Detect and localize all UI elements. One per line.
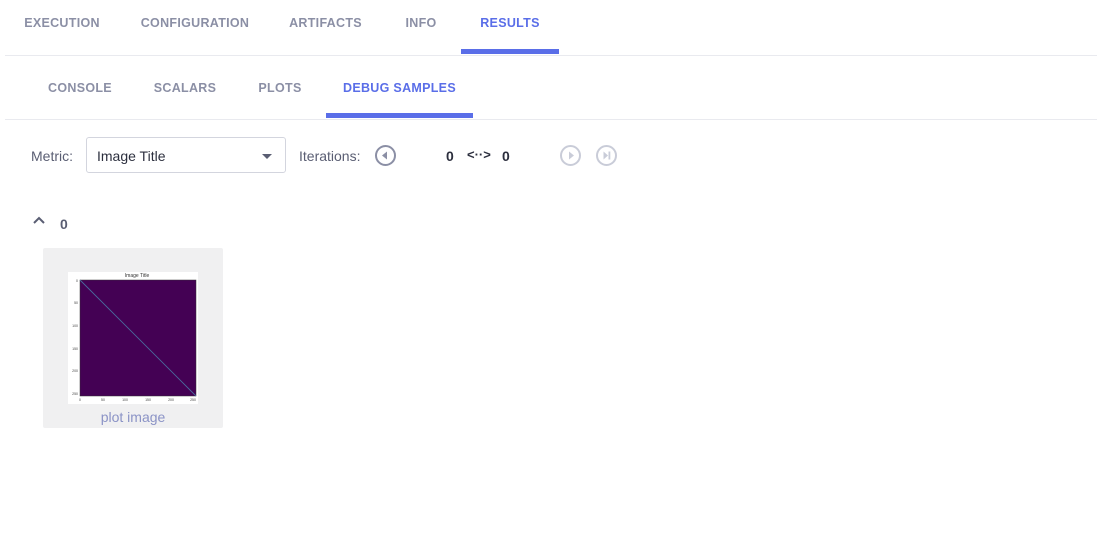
tab-console[interactable]: CONSOLE — [35, 56, 125, 118]
next-iteration-button[interactable] — [560, 145, 581, 166]
y-tick: 50 — [74, 301, 78, 305]
sample-thumbnail: Image Title 0 50 100 150 200 250 0 50 10… — [68, 272, 198, 404]
x-tick: 250 — [190, 398, 196, 402]
y-tick: 200 — [72, 369, 78, 373]
last-iteration-button[interactable] — [596, 145, 617, 166]
circle-skip-end-icon — [603, 151, 611, 160]
circle-chevron-left-icon — [382, 151, 387, 160]
tab-scalars[interactable]: SCALARS — [141, 56, 229, 118]
active-tab-indicator — [461, 49, 559, 54]
tab-info[interactable]: INFO — [395, 0, 447, 54]
x-tick: 50 — [101, 398, 105, 402]
iterations-label: Iterations: — [299, 148, 361, 164]
tab-label: SCALARS — [153, 81, 217, 95]
iteration-group-header[interactable]: 0 — [32, 212, 112, 234]
tab-label: DEBUG SAMPLES — [343, 81, 456, 95]
tab-label: ARTIFACTS — [289, 16, 362, 30]
previous-iteration-button[interactable] — [375, 145, 396, 166]
tab-label: RESULTS — [480, 16, 540, 30]
results-subtabs: CONSOLE SCALARS PLOTS DEBUG SAMPLES — [5, 56, 1097, 120]
iteration-from: 0 — [446, 148, 454, 164]
x-tick: 150 — [145, 398, 151, 402]
tab-label: CONSOLE — [48, 81, 112, 95]
y-tick: 150 — [72, 347, 78, 351]
tab-artifacts[interactable]: ARTIFACTS — [278, 0, 373, 54]
debug-sample-card[interactable]: Image Title 0 50 100 150 200 250 0 50 10… — [43, 248, 223, 428]
x-tick: 100 — [122, 398, 128, 402]
y-tick: 0 — [76, 279, 78, 283]
debug-samples-toolbar: Metric: Image Title Iterations: 0 <··> 0 — [31, 137, 651, 173]
y-tick: 100 — [72, 324, 78, 328]
x-tick: 200 — [168, 398, 174, 402]
caret-down-icon — [262, 154, 272, 159]
iteration-to: 0 — [502, 148, 510, 164]
iteration-range-separator: <··> — [467, 147, 491, 162]
tab-execution[interactable]: EXECUTION — [5, 0, 119, 54]
thumbnail-title: Image Title — [125, 273, 150, 279]
tab-debug-samples[interactable]: DEBUG SAMPLES — [326, 56, 473, 118]
y-tick: 250 — [72, 392, 78, 396]
tab-label: INFO — [405, 16, 437, 30]
x-tick: 0 — [79, 398, 81, 402]
active-tab-indicator — [326, 113, 473, 118]
tab-label: PLOTS — [258, 81, 302, 95]
tab-results[interactable]: RESULTS — [461, 0, 559, 54]
metric-label: Metric: — [31, 148, 73, 164]
iteration-group-number: 0 — [60, 216, 68, 232]
tab-label: CONFIGURATION — [140, 16, 250, 30]
main-tabs: EXECUTION CONFIGURATION ARTIFACTS INFO R… — [5, 0, 1097, 56]
tab-plots[interactable]: PLOTS — [245, 56, 315, 118]
metric-select-value: Image Title — [97, 148, 166, 164]
tab-configuration[interactable]: CONFIGURATION — [129, 0, 261, 54]
chevron-up-icon — [33, 216, 45, 224]
tab-label: EXECUTION — [24, 16, 100, 30]
circle-chevron-right-icon — [569, 151, 574, 160]
metric-select[interactable]: Image Title — [86, 137, 286, 173]
sample-caption: plot image — [100, 409, 166, 425]
